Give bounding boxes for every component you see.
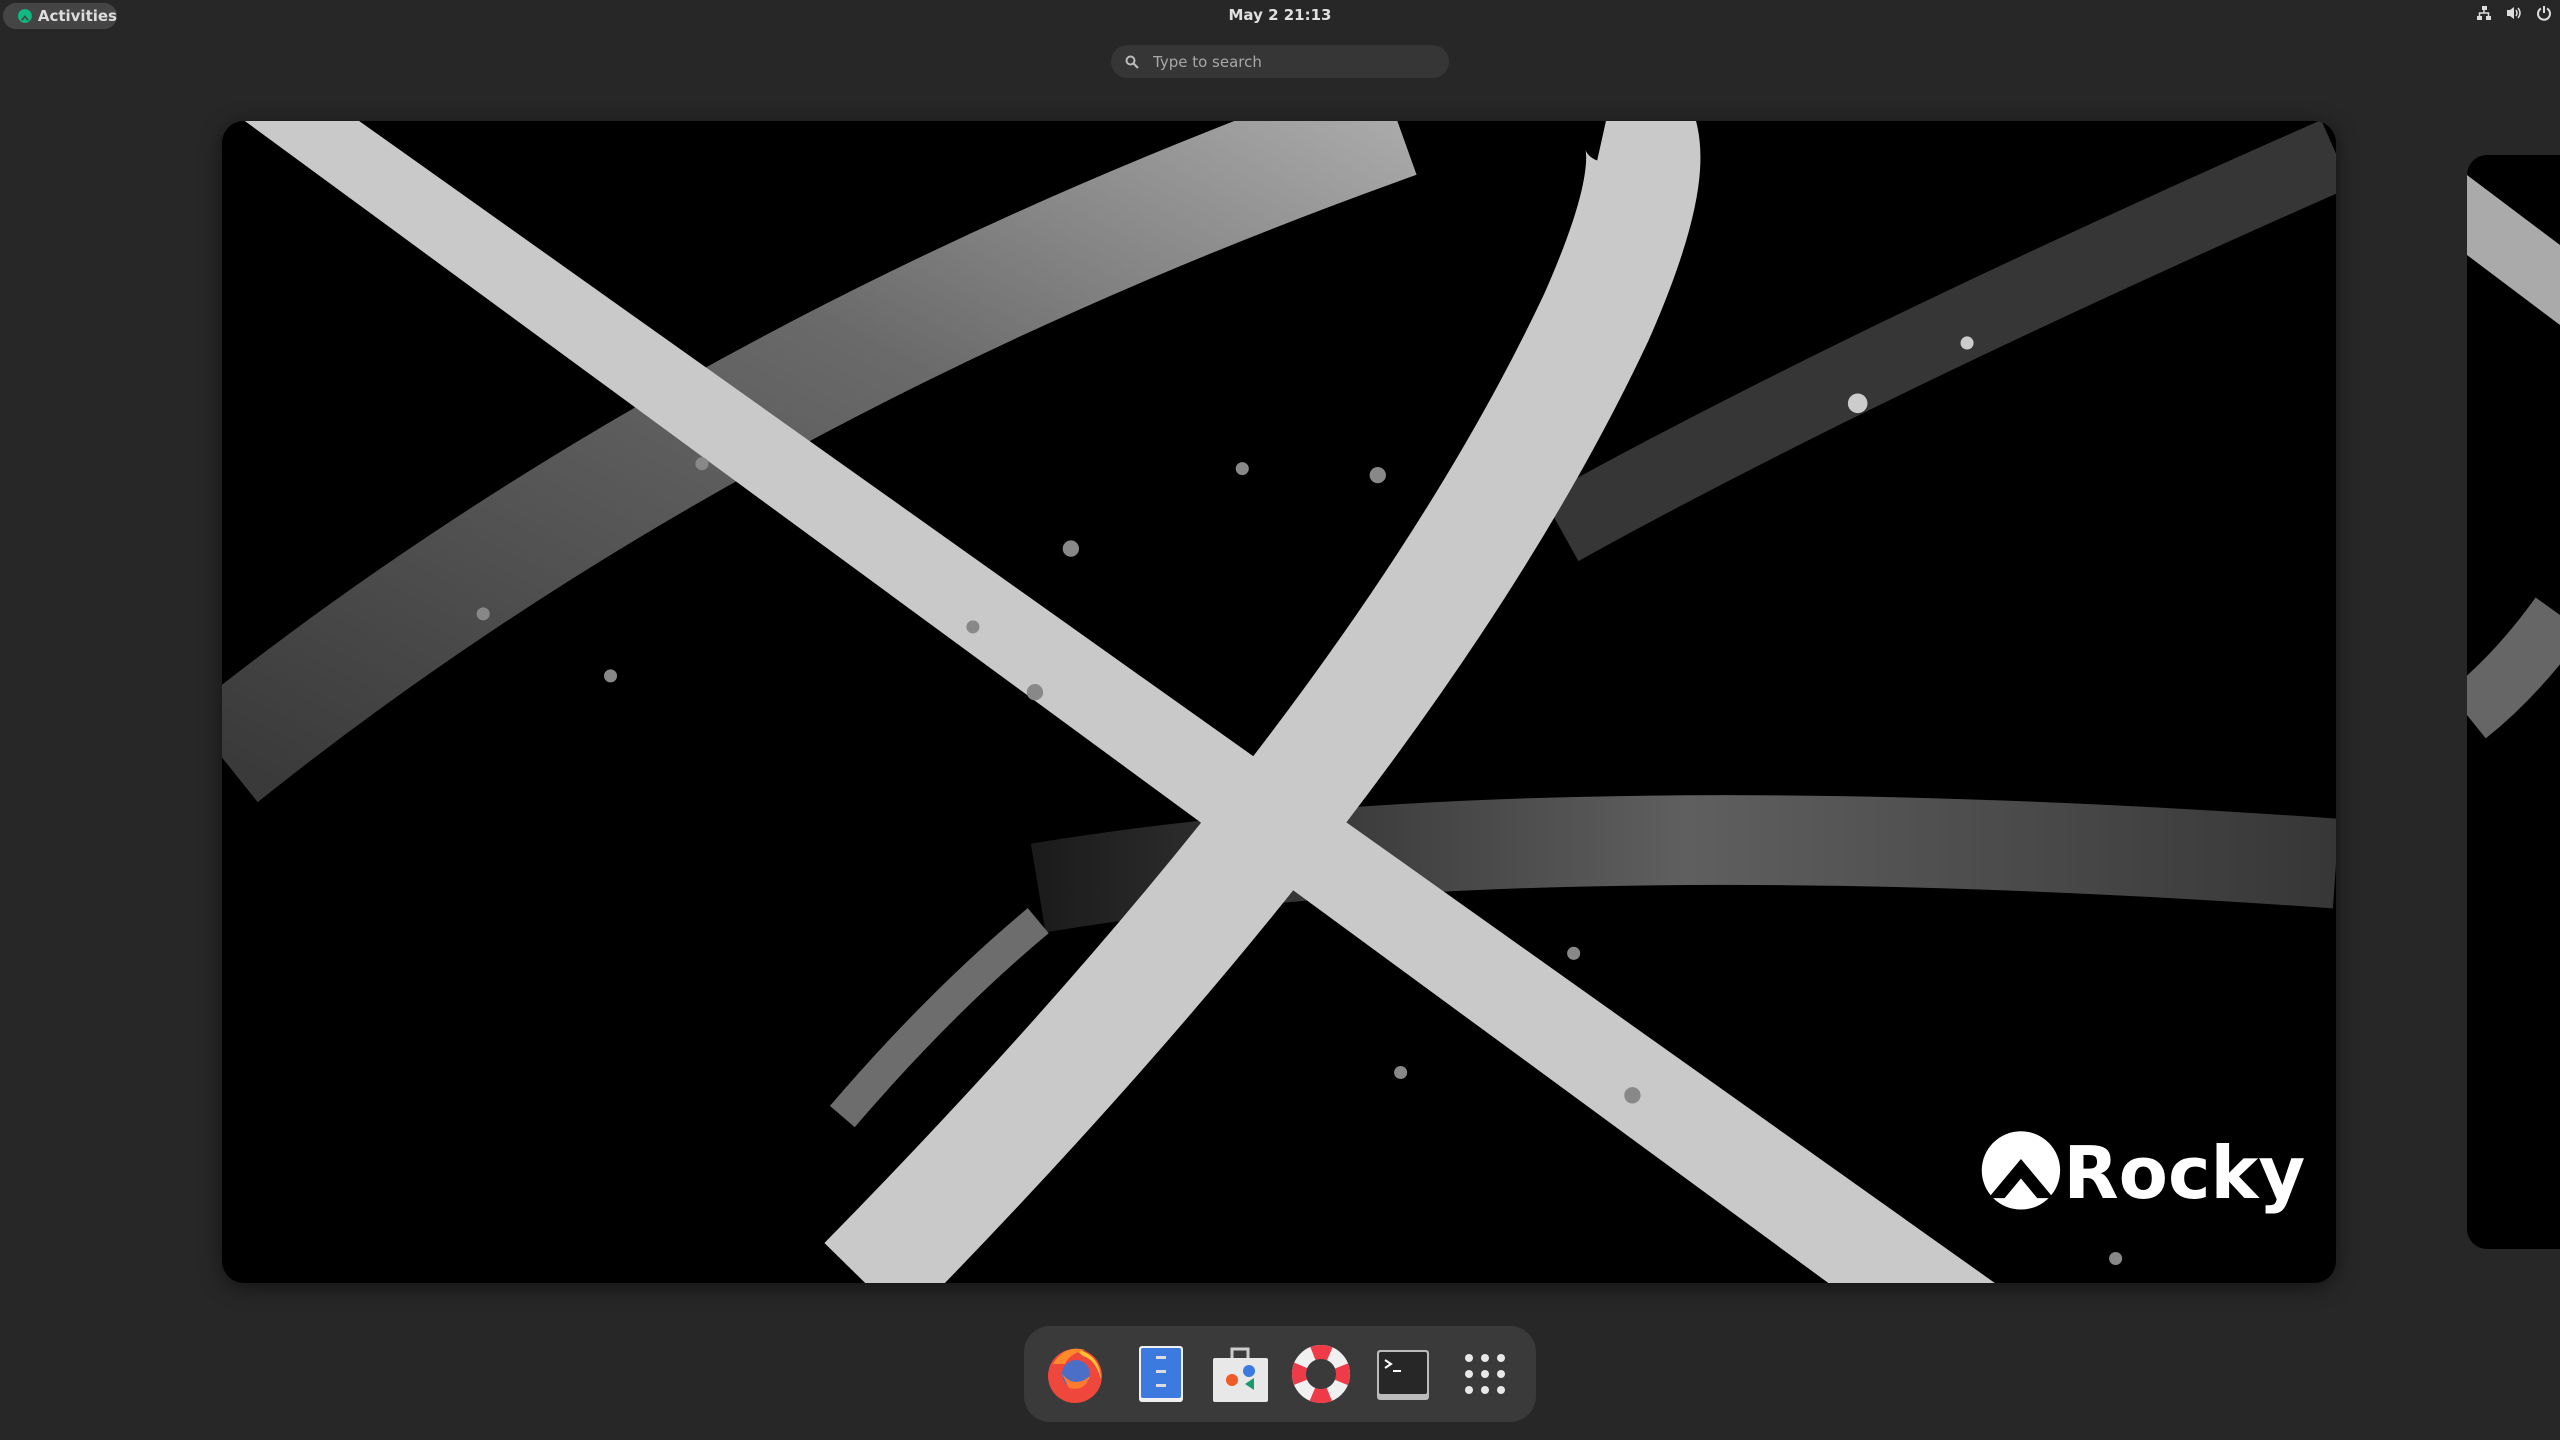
dock-item-software[interactable] <box>1210 1344 1270 1404</box>
app-grid-icon <box>1465 1354 1505 1394</box>
workspace-thumbnail[interactable]: Rocky <box>222 121 2336 1283</box>
show-applications-button[interactable] <box>1455 1344 1515 1404</box>
dock-item-firefox[interactable] <box>1045 1344 1105 1404</box>
search-icon <box>1125 55 1139 69</box>
firefox-icon <box>1048 1348 1102 1403</box>
rocky-logo-text: Rocky <box>2063 1131 2305 1215</box>
volume-icon[interactable] <box>2506 5 2522 21</box>
system-tray[interactable] <box>2476 5 2552 21</box>
dock-item-terminal[interactable] <box>1373 1344 1433 1404</box>
dock-item-help[interactable] <box>1291 1344 1351 1404</box>
clock[interactable]: May 2 21:13 <box>0 6 2560 24</box>
wallpaper: Rocky <box>222 121 2336 1283</box>
dash-dock <box>1024 1326 1536 1422</box>
dock-item-files[interactable] <box>1129 1344 1189 1404</box>
workspace-thumbnail-next[interactable] <box>2467 155 2560 1249</box>
rocky-logo: Rocky <box>1981 1131 2305 1215</box>
power-icon[interactable] <box>2536 5 2552 21</box>
network-wired-icon[interactable] <box>2476 5 2492 21</box>
files-icon <box>1139 1346 1183 1402</box>
help-lifebuoy-icon <box>1292 1345 1350 1403</box>
software-store-icon <box>1213 1347 1268 1402</box>
search-field[interactable] <box>1111 45 1449 78</box>
top-bar: Activities May 2 21:13 <box>0 0 2560 30</box>
terminal-icon <box>1377 1350 1429 1400</box>
search-input[interactable] <box>1151 51 1415 72</box>
wallpaper-next <box>2467 175 2560 739</box>
